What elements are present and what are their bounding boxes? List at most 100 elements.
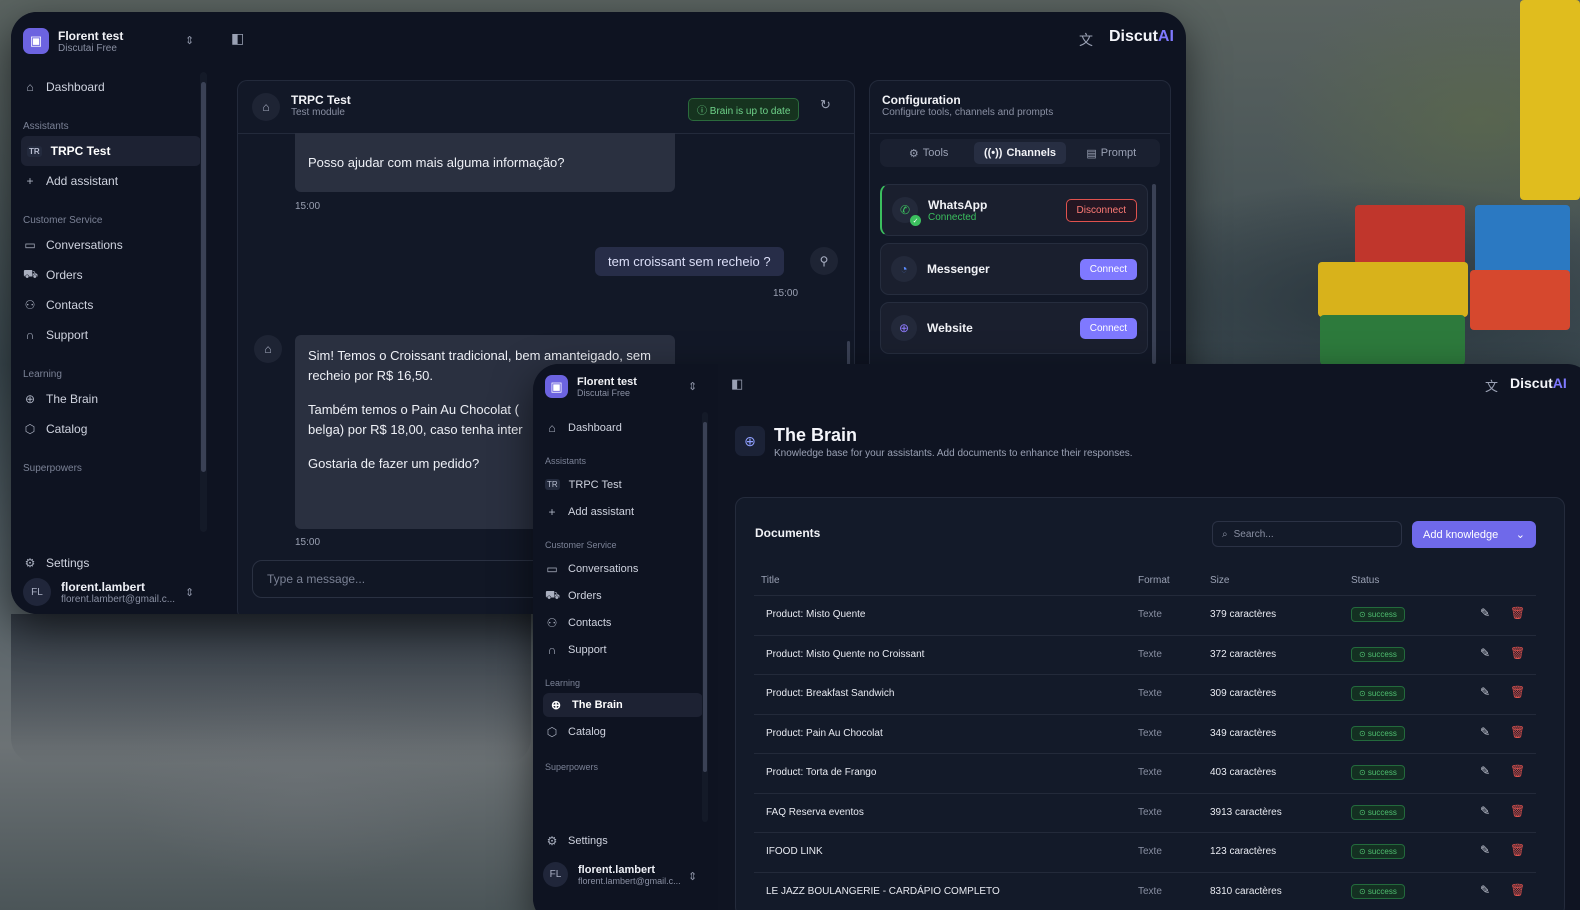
cell-title: Product: Breakfast Sandwich xyxy=(766,688,895,699)
sidebar-item-add-assistant[interactable]: + Add assistant xyxy=(543,498,703,525)
table-row[interactable]: Product: Breakfast Sandwich Texte 309 cara… xyxy=(754,674,1536,713)
cell-size: 372 caractères xyxy=(1210,648,1277,660)
window-reflection xyxy=(11,614,531,764)
edit-icon[interactable]: ✎ xyxy=(1480,764,1490,778)
section-assistants: Assistants xyxy=(545,456,587,466)
translate-icon[interactable]: 文 xyxy=(1079,30,1093,50)
sidebar-scrollbar[interactable] xyxy=(200,72,207,532)
sidebar-item-orders[interactable]: ⛟ Orders xyxy=(543,582,703,609)
connect-button[interactable]: Connect xyxy=(1079,317,1137,339)
search-input[interactable]: ⌕ Search... xyxy=(1212,521,1402,547)
sidebar-item-catalog[interactable]: ⬡ Catalog xyxy=(21,414,201,444)
sidebar-item-catalog[interactable]: ⬡ Catalog xyxy=(543,717,703,747)
sidebar-item-settings[interactable]: ⚙ Settings xyxy=(543,826,608,856)
lego-brick-yellow xyxy=(1318,262,1468,317)
trash-icon[interactable]: 🗑 xyxy=(1510,843,1525,857)
edit-icon[interactable]: ✎ xyxy=(1480,685,1490,699)
sidebar-item-the-brain[interactable]: ⊕ The Brain xyxy=(21,384,201,414)
tab-label: Channels xyxy=(1006,147,1056,159)
status-badge: ⓘ Brain is up to date xyxy=(688,98,800,121)
table-row[interactable]: LE JAZZ BOULANGERIE - CARDÁPIO COMPLETO T… xyxy=(754,871,1536,910)
chevrons-updown-icon[interactable]: ⇕ xyxy=(185,586,194,599)
cell-title: Product: Torta de Frango xyxy=(766,767,877,778)
column-header-format[interactable]: Format xyxy=(1138,575,1170,586)
trash-icon[interactable]: 🗑 xyxy=(1510,764,1525,778)
disconnect-button[interactable]: Disconnect xyxy=(1065,198,1137,222)
sidebar-item-dashboard[interactable]: ⌂ Dashboard xyxy=(543,414,703,441)
column-header-title[interactable]: Title xyxy=(761,575,780,586)
users-icon: ⚇ xyxy=(24,298,36,312)
org-switcher[interactable]: ▣ Florent test Discutai Free xyxy=(23,28,123,54)
cell-format: Texte xyxy=(1138,727,1162,739)
edit-icon[interactable]: ✎ xyxy=(1480,725,1490,739)
table-row[interactable]: Product: Misto Quente no Croissant Texte 3… xyxy=(754,634,1536,674)
sidebar-toggle-icon[interactable]: ◧ xyxy=(731,376,743,392)
cell-title: FAQ Reserva eventos xyxy=(766,806,864,818)
edit-icon[interactable]: ✎ xyxy=(1480,883,1490,897)
plus-icon: + xyxy=(548,504,556,519)
chevrons-updown-icon[interactable]: ⇕ xyxy=(688,870,697,883)
table-row[interactable]: IFOOD LINK Texte 123 caractères ⊙ success ✎ 🗑 xyxy=(754,832,1536,871)
sidebar-item-contacts[interactable]: ⚇ Contacts xyxy=(21,290,201,320)
table-row[interactable]: Product: Misto Quente Texte 379 caractères… xyxy=(754,595,1536,634)
brand-name: Discut xyxy=(1109,28,1158,45)
sidebar-item-dashboard[interactable]: ⌂ Dashboard xyxy=(21,72,201,102)
sidebar-item-trpc-test[interactable]: TR TRPC Test xyxy=(21,136,201,166)
cell-size: 123 caractères xyxy=(1210,846,1277,857)
sidebar-item-contacts[interactable]: ⚇ Contacts xyxy=(543,609,703,636)
user-menu[interactable]: FL florent.lambert florent.lambert@gmail… xyxy=(23,578,175,606)
table-row[interactable]: Product: Pain Au Chocolat Texte 349 caract… xyxy=(754,713,1536,753)
chevrons-updown-icon[interactable]: ⇕ xyxy=(688,380,697,393)
trash-icon[interactable]: 🗑 xyxy=(1510,883,1525,897)
trash-icon[interactable]: 🗑 xyxy=(1510,804,1525,818)
tab-prompt[interactable]: ▤ Prompt xyxy=(1066,142,1157,164)
tab-tools[interactable]: ⚙ Tools xyxy=(883,142,974,164)
edit-icon[interactable]: ✎ xyxy=(1480,843,1490,857)
building-icon: ▣ xyxy=(545,375,568,398)
trash-icon[interactable]: 🗑 xyxy=(1510,646,1525,660)
table-row[interactable]: FAQ Reserva eventos Texte 3913 caractères ⊙… xyxy=(754,792,1536,832)
tab-channels[interactable]: ((•)) Channels xyxy=(974,142,1066,164)
config-title: Configuration xyxy=(882,93,961,107)
channel-name: Website xyxy=(927,321,973,335)
column-header-status[interactable]: Status xyxy=(1351,575,1379,586)
check-icon: ✓ xyxy=(910,215,921,226)
cell-size: 8310 caractères xyxy=(1210,885,1282,897)
chevrons-updown-icon[interactable]: ⇕ xyxy=(185,34,194,47)
sidebar-item-conversations[interactable]: ▭ Conversations xyxy=(543,555,703,582)
table-row[interactable]: Product: Torta de Frango Texte 403 caractè… xyxy=(754,753,1536,792)
sidebar-item-add-assistant[interactable]: + Add assistant xyxy=(21,166,201,196)
edit-icon[interactable]: ✎ xyxy=(1480,804,1490,818)
connect-button[interactable]: Connect xyxy=(1079,258,1137,280)
trash-icon[interactable]: 🗑 xyxy=(1510,685,1525,699)
sidebar-item-settings[interactable]: ⚙ Settings xyxy=(21,548,90,578)
lego-brick-red-2 xyxy=(1470,270,1570,330)
message-input[interactable]: Type a message... xyxy=(252,560,552,598)
sidebar-nav: ⌂ Dashboard Assistants TR TRPC Test + Add a… xyxy=(21,72,201,478)
sidebar-item-support[interactable]: ∩ Support xyxy=(21,320,201,350)
org-plan: Discutai Free xyxy=(58,42,117,54)
edit-icon[interactable]: ✎ xyxy=(1480,646,1490,660)
column-header-size[interactable]: Size xyxy=(1210,575,1229,586)
sidebar-item-support[interactable]: ∩ Support xyxy=(543,636,703,663)
sidebar-item-trpc-test[interactable]: TR TRPC Test xyxy=(543,471,703,498)
section-superpowers: Superpowers xyxy=(545,762,599,772)
channels-scrollbar[interactable] xyxy=(1152,184,1157,364)
edit-icon[interactable]: ✎ xyxy=(1480,606,1490,620)
translate-icon[interactable]: 文 xyxy=(1485,376,1498,395)
search-placeholder: Search... xyxy=(1233,528,1274,540)
refresh-icon[interactable]: ↻ xyxy=(820,97,831,113)
add-knowledge-button[interactable]: Add knowledge ⌄ xyxy=(1412,521,1536,548)
user-menu[interactable]: FL florent.lambert florent.lambert@gmail… xyxy=(543,862,681,887)
sidebar-toggle-icon[interactable]: ◧ xyxy=(231,30,244,47)
status-badge: ⊙ success xyxy=(1351,804,1405,820)
org-switcher[interactable]: ▣ Florent test Discutai Free xyxy=(545,375,637,398)
trash-icon[interactable]: 🗑 xyxy=(1510,725,1525,739)
sidebar-item-conversations[interactable]: ▭ Conversations xyxy=(21,230,201,260)
trash-icon[interactable]: 🗑 xyxy=(1510,606,1525,620)
sidebar-scrollbar[interactable] xyxy=(702,412,708,822)
sidebar-item-orders[interactable]: ⛟ Orders xyxy=(21,260,201,290)
org-plan: Discutai Free xyxy=(577,387,631,398)
sidebar-item-the-brain[interactable]: ⊕ The Brain xyxy=(543,693,703,717)
section-assistants: Assistants xyxy=(23,120,69,132)
